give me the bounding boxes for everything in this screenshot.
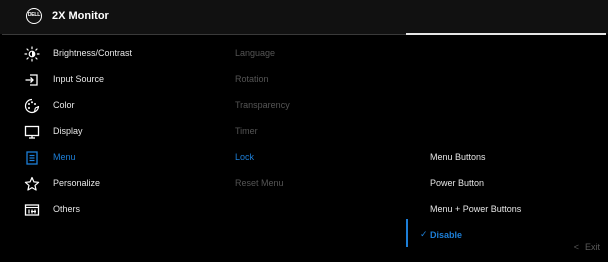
lock-option-label: Disable: [430, 230, 463, 240]
menu-item-label: Others: [53, 204, 81, 214]
star-icon: [24, 176, 40, 192]
menu-item-color[interactable]: Color: [0, 93, 210, 119]
submenu-item-timer[interactable]: Timer: [235, 119, 385, 145]
menu-item-personalize[interactable]: Personalize: [0, 171, 210, 197]
submenu-item-reset-menu[interactable]: Reset Menu: [235, 171, 385, 197]
chevron-left-icon: <: [573, 242, 579, 252]
submenu-item-label: Reset Menu: [235, 178, 284, 188]
menu-item-label: Brightness/Contrast: [53, 48, 133, 58]
lock-option-label: Power Button: [430, 178, 485, 188]
submenu: Language Rotation Transparency Timer Loc…: [235, 41, 385, 197]
menu-icon: [24, 150, 40, 166]
lock-option-power-button[interactable]: Power Button: [406, 171, 606, 197]
menu-item-others[interactable]: Others: [0, 197, 210, 223]
monitor-title: 2X Monitor: [52, 10, 109, 22]
brightness-icon: [24, 46, 40, 62]
menu-item-label: Input Source: [53, 74, 105, 84]
dell-logo: DELL: [26, 8, 42, 24]
lock-option-label: Menu + Power Buttons: [430, 204, 522, 214]
submenu-item-label: Lock: [235, 152, 255, 162]
menu-item-label: Color: [53, 100, 75, 110]
display-icon: [24, 124, 40, 140]
menu-item-input-source[interactable]: Input Source: [0, 67, 210, 93]
lock-option-menu-buttons[interactable]: Menu Buttons: [406, 145, 606, 171]
menu-item-label: Menu: [53, 152, 76, 162]
exit-label: Exit: [584, 242, 600, 252]
lock-options: Menu Buttons Power Button Menu + Power B…: [406, 145, 606, 249]
menu-item-display[interactable]: Display: [0, 119, 210, 145]
submenu-item-label: Transparency: [235, 100, 290, 110]
exit-button[interactable]: < Exit: [574, 242, 600, 252]
submenu-item-language[interactable]: Language: [235, 41, 385, 67]
submenu-item-transparency[interactable]: Transparency: [235, 93, 385, 119]
submenu-item-label: Rotation: [235, 74, 269, 84]
submenu-item-label: Language: [235, 48, 276, 58]
selection-indicator: [406, 219, 408, 247]
lock-option-menu-power-buttons[interactable]: Menu + Power Buttons: [406, 197, 606, 223]
menu-item-label: Personalize: [53, 178, 101, 188]
lock-option-label: Menu Buttons: [430, 152, 486, 162]
header-divider-highlight: [406, 33, 606, 35]
submenu-item-lock[interactable]: Lock: [235, 145, 385, 171]
main-menu: Brightness/Contrast Input Source Color D…: [0, 41, 210, 223]
color-icon: [24, 98, 40, 114]
others-icon: [24, 202, 40, 218]
input-source-icon: [24, 72, 40, 88]
header-divider: [2, 34, 406, 35]
check-icon: ✓: [420, 229, 428, 239]
menu-item-menu[interactable]: Menu: [0, 145, 210, 171]
header-bar: DELL 2X Monitor: [0, 0, 608, 34]
submenu-item-rotation[interactable]: Rotation: [235, 67, 385, 93]
menu-item-label: Display: [53, 126, 83, 136]
submenu-item-label: Timer: [235, 126, 258, 136]
menu-item-brightness-contrast[interactable]: Brightness/Contrast: [0, 41, 210, 67]
